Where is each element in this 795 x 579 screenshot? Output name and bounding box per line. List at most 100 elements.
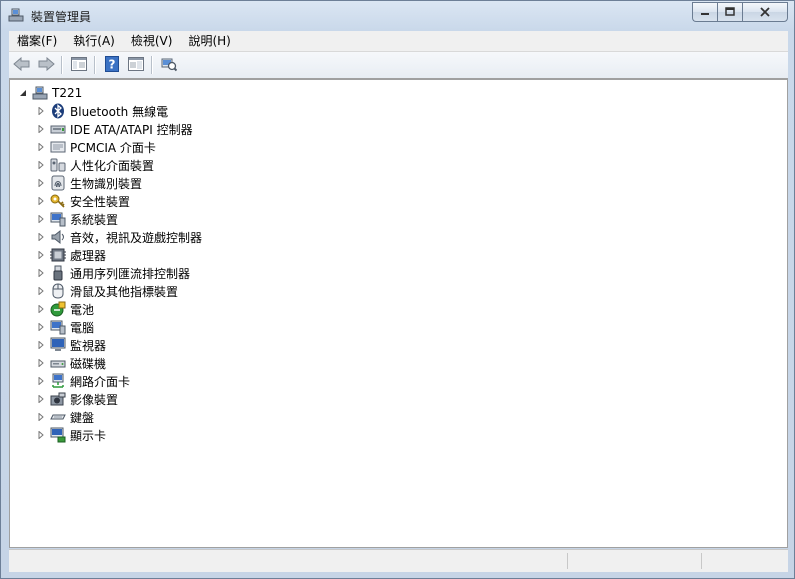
tree-item-label: 網路介面卡 xyxy=(70,374,131,389)
system-device-icon xyxy=(50,211,66,227)
help-icon: ? xyxy=(105,55,119,75)
tree-item-label: 處理器 xyxy=(70,248,107,263)
tree-item[interactable]: 通用序列匯流排控制器 xyxy=(36,264,190,282)
menu-bar: 檔案(F) 執行(A) 檢視(V) 說明(H) xyxy=(9,31,788,52)
fingerprint-icon xyxy=(50,175,66,191)
mouse-icon xyxy=(50,283,66,299)
tree-item-label: 系統裝置 xyxy=(70,212,119,227)
menu-file[interactable]: 檔案(F) xyxy=(9,31,65,51)
usb-icon xyxy=(50,265,66,281)
expand-arrow-icon[interactable] xyxy=(36,232,46,242)
hid-icon xyxy=(50,157,66,173)
tree-item-label: 滑鼠及其他指標裝置 xyxy=(70,284,179,299)
tree-item-label: 人性化介面裝置 xyxy=(70,158,155,173)
tree-item[interactable]: 鍵盤 xyxy=(36,408,94,426)
expand-arrow-icon[interactable] xyxy=(36,340,46,350)
tree-item[interactable]: 處理器 xyxy=(36,246,106,264)
monitor-icon xyxy=(50,337,66,353)
tree-item[interactable]: 磁碟機 xyxy=(36,354,106,372)
tree-item-label: 監視器 xyxy=(70,338,107,353)
back-arrow-icon xyxy=(13,56,31,74)
tree-root[interactable]: T221 xyxy=(18,84,82,102)
expand-arrow-icon[interactable] xyxy=(36,322,46,332)
expand-arrow-icon[interactable] xyxy=(36,250,46,260)
device-manager-icon xyxy=(8,7,24,23)
tree-item[interactable]: 顯示卡 xyxy=(36,426,106,444)
collapse-arrow-icon[interactable] xyxy=(18,88,28,98)
tree-item[interactable]: 電池 xyxy=(36,300,94,318)
properties-pane-button[interactable] xyxy=(125,54,147,76)
tree-item[interactable]: 網路介面卡 xyxy=(36,372,130,390)
expand-arrow-icon[interactable] xyxy=(36,304,46,314)
expand-arrow-icon[interactable] xyxy=(36,376,46,386)
expand-arrow-icon[interactable] xyxy=(36,268,46,278)
disk-drive-icon xyxy=(50,355,66,371)
tree-item-label: 磁碟機 xyxy=(70,356,107,371)
maximize-button[interactable] xyxy=(717,2,742,22)
tree-item[interactable]: 滑鼠及其他指標裝置 xyxy=(36,282,178,300)
expand-arrow-icon[interactable] xyxy=(36,358,46,368)
tree-item[interactable]: 監視器 xyxy=(36,336,106,354)
menu-action[interactable]: 執行(A) xyxy=(65,31,123,51)
ide-controller-icon xyxy=(50,121,66,137)
expand-arrow-icon[interactable] xyxy=(36,430,46,440)
forward-button[interactable] xyxy=(35,54,57,76)
tree-item[interactable]: 系統裝置 xyxy=(36,210,118,228)
tree-item-label: 鍵盤 xyxy=(70,410,95,425)
expand-arrow-icon[interactable] xyxy=(36,106,46,116)
bluetooth-icon xyxy=(50,103,66,119)
key-icon xyxy=(50,193,66,209)
scan-hardware-button[interactable] xyxy=(158,54,180,76)
tree-item[interactable]: 人性化介面裝置 xyxy=(36,156,154,174)
close-button[interactable] xyxy=(742,2,788,22)
speaker-icon xyxy=(50,229,66,245)
tree-item[interactable]: 安全性裝置 xyxy=(36,192,130,210)
expand-arrow-icon[interactable] xyxy=(36,178,46,188)
display-adapter-icon xyxy=(50,427,66,443)
status-pane-divider xyxy=(567,553,568,569)
computer-icon xyxy=(50,319,66,335)
status-pane-divider xyxy=(701,553,702,569)
pcmcia-icon xyxy=(50,139,66,155)
forward-arrow-icon xyxy=(37,56,55,74)
show-hide-tree-button[interactable] xyxy=(68,54,90,76)
minimize-button[interactable] xyxy=(692,2,717,22)
expand-arrow-icon[interactable] xyxy=(36,142,46,152)
tree-item[interactable]: 音效，視訊及遊戲控制器 xyxy=(36,228,202,246)
tree-item-label: 通用序列匯流排控制器 xyxy=(70,266,191,281)
tree-item-label: 音效，視訊及遊戲控制器 xyxy=(70,230,203,245)
tree-item[interactable]: 影像裝置 xyxy=(36,390,118,408)
expand-arrow-icon[interactable] xyxy=(36,214,46,224)
expand-arrow-icon[interactable] xyxy=(36,196,46,206)
tree-item-label: 顯示卡 xyxy=(70,428,107,443)
tree-item-label: 影像裝置 xyxy=(70,392,119,407)
status-bar xyxy=(9,549,788,572)
back-button[interactable] xyxy=(11,54,33,76)
tree-item[interactable]: IDE ATA/ATAPI 控制器 xyxy=(36,120,193,138)
tree-item[interactable]: 電腦 xyxy=(36,318,94,336)
toolbar-separator xyxy=(94,56,95,74)
network-adapter-icon xyxy=(50,373,66,389)
show-hide-console-tree-icon xyxy=(71,56,87,74)
tree-item[interactable]: PCMCIA 介面卡 xyxy=(36,138,156,156)
keyboard-icon xyxy=(50,409,66,425)
tree-item-label: PCMCIA 介面卡 xyxy=(70,140,156,155)
expand-arrow-icon[interactable] xyxy=(36,286,46,296)
help-button[interactable]: ? xyxy=(101,54,123,76)
toolbar: ? xyxy=(9,52,788,79)
processor-icon xyxy=(50,247,66,263)
menu-view[interactable]: 檢視(V) xyxy=(123,31,181,51)
expand-arrow-icon[interactable] xyxy=(36,412,46,422)
title-bar[interactable]: 裝置管理員 xyxy=(1,1,794,29)
device-tree-pane[interactable]: T221 Bluetooth 無線電 IDE ATA/ATAPI 控制器 PCMCI… xyxy=(9,79,788,548)
window-title: 裝置管理員 xyxy=(31,10,92,24)
menu-help[interactable]: 說明(H) xyxy=(180,31,238,51)
tree-item[interactable]: 生物識別裝置 xyxy=(36,174,142,192)
battery-icon xyxy=(50,301,66,317)
expand-arrow-icon[interactable] xyxy=(36,394,46,404)
tree-item[interactable]: Bluetooth 無線電 xyxy=(36,102,168,120)
expand-arrow-icon[interactable] xyxy=(36,160,46,170)
imaging-device-icon xyxy=(50,391,66,407)
expand-arrow-icon[interactable] xyxy=(36,124,46,134)
scan-hardware-icon xyxy=(161,56,178,75)
